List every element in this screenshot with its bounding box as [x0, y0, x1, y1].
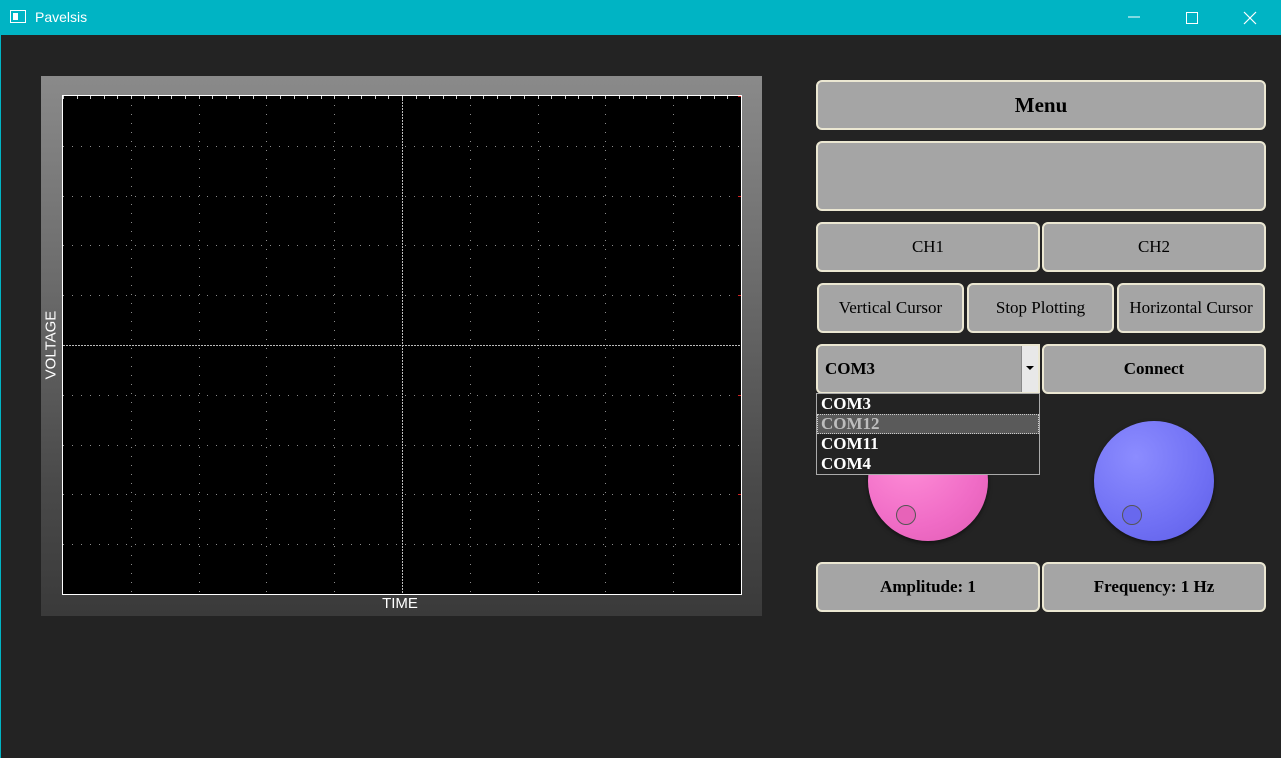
ch2-button[interactable]: CH2: [1042, 222, 1266, 272]
oscilloscope-plot[interactable]: [62, 95, 742, 595]
vertical-cursor-button[interactable]: Vertical Cursor: [817, 283, 964, 333]
port-dropdown-list: COM3 COM12 COM11 COM4: [816, 393, 1040, 475]
connect-button[interactable]: Connect: [1042, 344, 1266, 394]
window-border: [0, 35, 1, 758]
maximize-icon: [1186, 12, 1198, 24]
port-option[interactable]: COM3: [817, 394, 1039, 414]
amplitude-dial-knob[interactable]: [896, 505, 916, 525]
close-button[interactable]: [1221, 0, 1279, 35]
port-select[interactable]: COM3: [816, 344, 1040, 394]
port-option[interactable]: COM11: [817, 434, 1039, 454]
amplitude-label: Amplitude: 1: [816, 562, 1040, 612]
close-icon: [1243, 11, 1257, 25]
port-select-arrow[interactable]: [1021, 346, 1038, 392]
stop-plotting-button[interactable]: Stop Plotting: [967, 283, 1114, 333]
frequency-dial-knob[interactable]: [1122, 505, 1142, 525]
port-select-value: COM3: [825, 359, 876, 378]
minimize-icon: [1128, 16, 1140, 18]
port-option[interactable]: COM12: [817, 414, 1039, 434]
status-display: [816, 141, 1266, 211]
ch1-button[interactable]: CH1: [816, 222, 1040, 272]
app-icon: [10, 10, 26, 23]
horizontal-cursor-button[interactable]: Horizontal Cursor: [1117, 283, 1265, 333]
x-axis-label: TIME: [382, 595, 418, 612]
chevron-down-icon: [1026, 366, 1034, 370]
title-bar: Pavelsis: [0, 0, 1281, 35]
port-option[interactable]: COM4: [817, 454, 1039, 474]
plot-grid: [63, 96, 741, 594]
frequency-label: Frequency: 1 Hz: [1042, 562, 1266, 612]
frequency-dial[interactable]: [1094, 421, 1214, 541]
menu-button[interactable]: Menu: [816, 80, 1266, 130]
minimize-button[interactable]: [1105, 0, 1163, 35]
window-title: Pavelsis: [35, 9, 88, 25]
maximize-button[interactable]: [1163, 0, 1221, 35]
y-axis-label: VOLTAGE: [42, 310, 60, 380]
